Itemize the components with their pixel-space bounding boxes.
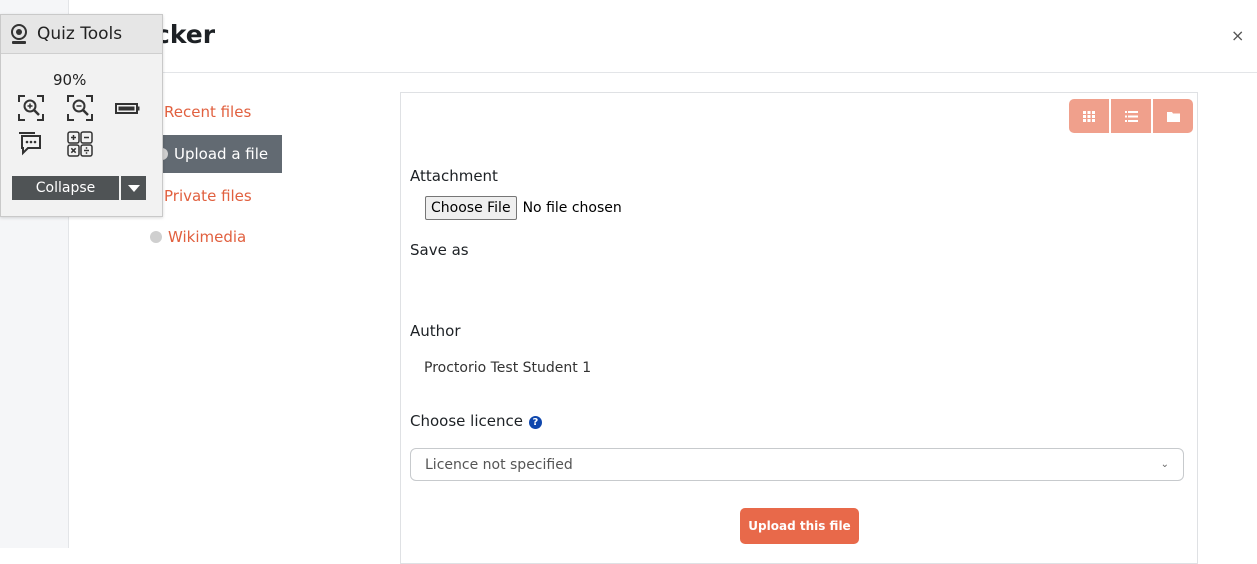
licence-selected-value: Licence not specified [425,456,573,473]
wikimedia-icon [150,231,162,243]
battery-icon [115,103,140,114]
quiz-tools-panel: Quiz Tools 90% Collapse [0,14,163,217]
header-divider [68,72,1257,73]
no-file-chosen-text: No file chosen [522,200,622,216]
author-value: Proctorio Test Student 1 [424,360,592,376]
author-label: Author [410,322,461,340]
repo-item-private-files[interactable]: Private files [150,187,252,205]
list-view-button[interactable] [1111,99,1151,133]
chevron-down-icon: ⌄ [1160,459,1169,470]
repo-item-label: Private files [164,187,252,205]
repo-item-recent-files[interactable]: Recent files [150,103,251,121]
save-as-label: Save as [410,241,469,259]
quiz-tools-title: Quiz Tools [37,24,123,44]
zoom-out-icon[interactable] [67,95,93,121]
chat-icon[interactable] [18,131,44,157]
upload-file-button[interactable]: Upload this file [740,508,859,544]
repo-item-label: Upload a file [174,145,269,163]
dropdown-arrow-icon[interactable] [119,176,146,200]
folder-view-button[interactable] [1153,99,1193,133]
dialog-title: cker [155,20,216,49]
list-view-icon [1124,110,1138,122]
choose-file-button[interactable]: Choose File [425,196,517,220]
file-input: Choose File No file chosen [425,194,622,222]
view-switcher [1069,99,1193,133]
licence-label: Choose licence? [410,412,542,430]
help-icon[interactable]: ? [528,416,542,429]
grid-view-button[interactable] [1069,99,1109,133]
repo-item-label: Recent files [164,103,252,121]
collapse-button[interactable]: Collapse [12,176,119,200]
folder-view-icon [1166,111,1180,122]
zoom-in-icon[interactable] [18,95,44,121]
repo-item-upload-a-file[interactable]: Upload a file [150,135,283,173]
licence-select[interactable]: Licence not specified ⌄ [410,448,1184,481]
repo-item-wikimedia[interactable]: Wikimedia [150,228,246,246]
grid-view-icon [1083,110,1095,122]
calculator-icon[interactable] [67,131,93,157]
attachment-label: Attachment [410,167,498,185]
upload-panel: Attachment Choose File No file chosen Sa… [400,92,1198,564]
zoom-level: 90% [53,71,87,89]
repo-item-label: Wikimedia [168,228,247,246]
quiz-tools-header[interactable]: Quiz Tools [1,15,162,54]
proctorio-logo-icon [11,24,27,44]
close-icon[interactable]: × [1231,26,1244,45]
licence-label-text: Choose licence [410,412,523,430]
collapse-control: Collapse [12,176,146,200]
